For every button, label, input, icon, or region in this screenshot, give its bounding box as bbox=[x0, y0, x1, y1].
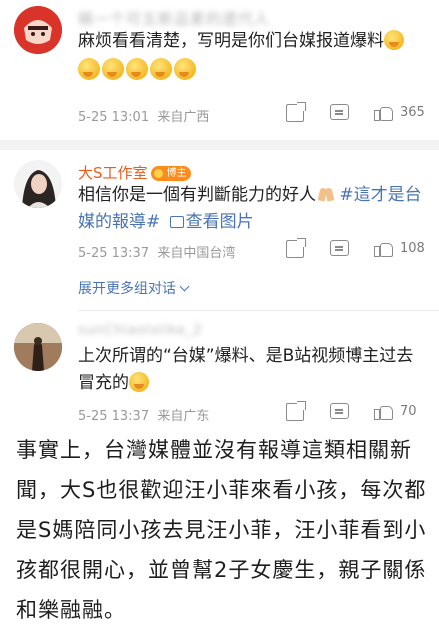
like-count: 70 bbox=[400, 404, 417, 419]
comment-text: 麻烦看看清楚，写明是你们台媒报道爆料 bbox=[78, 28, 424, 55]
view-images-link[interactable]: 查看图片 bbox=[186, 212, 254, 232]
comment-icon[interactable] bbox=[330, 104, 349, 120]
comment-meta: 5-25 13:37 来自中国台湾 bbox=[78, 242, 235, 261]
share-icon[interactable] bbox=[286, 102, 306, 122]
comment-icon[interactable] bbox=[330, 403, 349, 419]
comment-username[interactable]: 稿一个可五断品素的遗代人 bbox=[78, 8, 270, 29]
comment-meta: 5-25 13:37 来自广东 bbox=[78, 405, 209, 424]
pray-emoji-icon bbox=[318, 186, 334, 202]
avatar[interactable] bbox=[14, 160, 62, 208]
comment-icon[interactable] bbox=[330, 240, 349, 256]
section-divider bbox=[0, 140, 439, 150]
comment-text-content: 麻烦看看清楚，写明是你们台媒报道爆料 bbox=[78, 31, 384, 51]
expand-conversation-link[interactable]: 展开更多组对话 bbox=[78, 278, 190, 298]
comment-item: 稿一个可五断品素的遗代人 麻烦看看清楚，写明是你们台媒报道爆料 5-25 13:… bbox=[0, 0, 439, 140]
grin-emoji-icon bbox=[78, 58, 100, 80]
like-count: 365 bbox=[400, 105, 425, 120]
like-icon[interactable] bbox=[374, 240, 393, 258]
avatar[interactable] bbox=[14, 6, 62, 54]
comment-username[interactable]: 大S工作室 博主 bbox=[78, 162, 191, 183]
like-icon[interactable] bbox=[374, 403, 393, 421]
comment-actions: 108 bbox=[286, 238, 426, 262]
like-icon[interactable] bbox=[374, 104, 393, 122]
comment-item: 大S工作室 博主 相信你是一個有判斷能力的好人 #這才是台媒的報導# 查看图片 5… bbox=[0, 150, 439, 310]
comment-actions: 70 bbox=[286, 401, 426, 425]
comment-text: 相信你是一個有判斷能力的好人 #這才是台媒的報導# 查看图片 bbox=[78, 182, 424, 236]
emoji-row bbox=[78, 58, 198, 80]
username-label: 大S工作室 bbox=[78, 164, 148, 182]
comment-item: sunChiaolxlike_2 上次所谓的“台媒”爆料、是B站视频博主过去冒充… bbox=[0, 311, 439, 431]
comment-text-content: 相信你是一個有判斷能力的好人 bbox=[78, 185, 316, 205]
expand-label: 展开更多组对话 bbox=[78, 281, 176, 297]
comment-source: 来自广东 bbox=[157, 409, 210, 424]
comment-actions: 365 bbox=[286, 102, 426, 126]
comment-time: 5-25 13:01 bbox=[78, 110, 150, 125]
comment-text: 上次所谓的“台媒”爆料、是B站视频博主过去冒充的 bbox=[78, 343, 424, 397]
avatar[interactable] bbox=[14, 323, 62, 371]
grin-emoji-icon bbox=[150, 58, 172, 80]
comment-meta: 5-25 13:01 来自广西 bbox=[78, 106, 209, 125]
blogger-badge: 博主 bbox=[150, 166, 191, 181]
chevron-down-icon bbox=[179, 281, 190, 292]
comment-source: 来自广西 bbox=[157, 110, 210, 125]
comment-text-content: 上次所谓的“台媒”爆料、是B站视频博主过去冒充的 bbox=[78, 346, 414, 393]
comment-time: 5-25 13:37 bbox=[78, 246, 150, 261]
sweat-emoji-icon bbox=[129, 372, 149, 392]
comment-username[interactable]: sunChiaolxlike_2 bbox=[78, 323, 202, 338]
share-icon[interactable] bbox=[286, 238, 306, 258]
image-icon bbox=[169, 216, 184, 228]
like-count: 108 bbox=[400, 241, 425, 256]
comment-time: 5-25 13:37 bbox=[78, 409, 150, 424]
grin-emoji-icon bbox=[126, 58, 148, 80]
grin-emoji-icon bbox=[174, 58, 196, 80]
comment-source: 来自中国台湾 bbox=[157, 246, 236, 261]
grin-emoji-icon bbox=[102, 58, 124, 80]
grin-emoji-icon bbox=[384, 30, 404, 50]
share-icon[interactable] bbox=[286, 401, 306, 421]
news-caption: 事實上，台灣媒體並沒有報導這類相關新聞，大S也很歡迎汪小菲來看小孩，每次都是S媽… bbox=[16, 438, 427, 622]
